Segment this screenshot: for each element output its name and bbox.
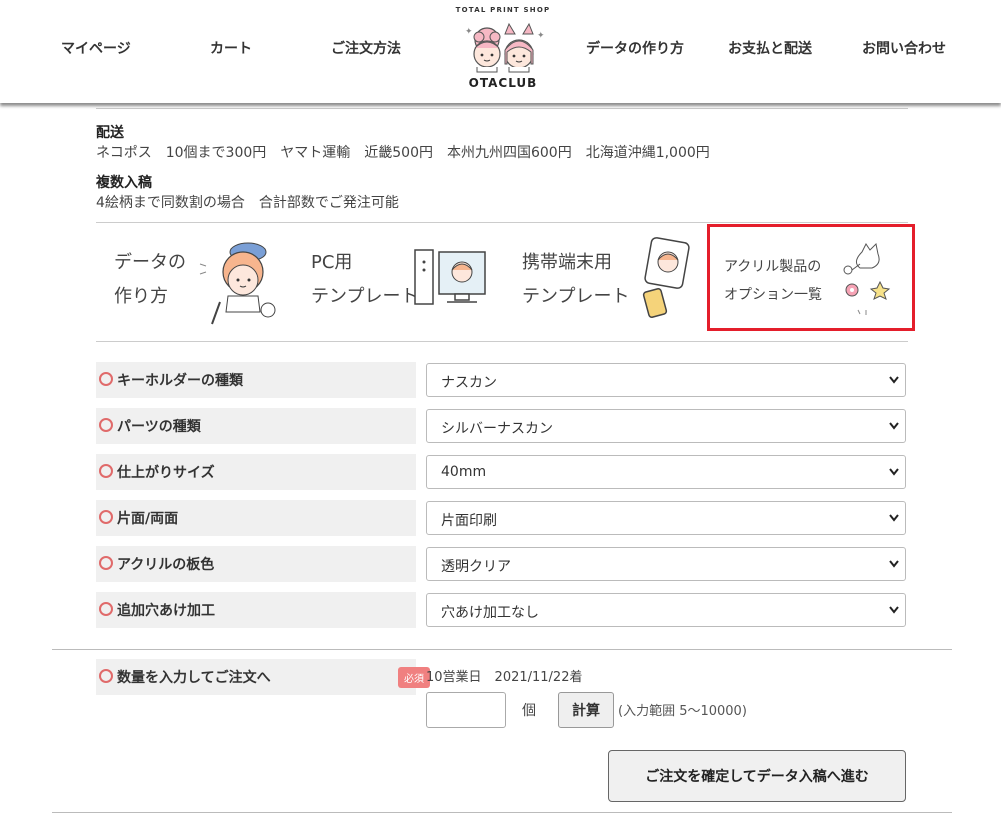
option-label: パーツの種類	[117, 419, 201, 435]
svg-text:✦: ✦	[465, 27, 473, 37]
quantity-label: 数量を入力してご注文へ	[117, 670, 271, 686]
banner-mobile-line2: テンプレート	[522, 286, 630, 307]
select-value: シルバーナスカン	[441, 421, 553, 437]
chevron-down-icon	[889, 376, 899, 384]
confirm-order-button[interactable]: ご注文を確定してデータ入稿へ進む	[608, 750, 906, 802]
option-row-print-sides: 片面/両面	[96, 500, 416, 536]
required-marker-icon	[99, 602, 113, 616]
quantity-range-note: (入力範囲 5～10000)	[618, 704, 747, 719]
divider	[96, 341, 908, 342]
highlight-frame	[707, 224, 915, 331]
site-header: マイページ カート ご注文方法 TOTAL PRINT SHOP ✦ ✦ OTA…	[0, 0, 1001, 103]
nav-howto-order[interactable]: ご注文方法	[331, 38, 401, 58]
svg-text:✦: ✦	[537, 31, 545, 41]
chevron-down-icon	[889, 514, 899, 522]
banner-pc-template[interactable]: PC用 テンプレート	[305, 226, 490, 330]
required-marker-icon	[99, 669, 113, 683]
select-value: 透明クリア	[441, 559, 511, 575]
divider	[96, 108, 908, 109]
banner-data-guide[interactable]: データの 作り方	[108, 226, 290, 330]
select-value: 40mm	[441, 464, 487, 480]
select-value: 片面印刷	[441, 513, 497, 529]
logo-name: OTACLUB	[468, 76, 538, 90]
pc-monitor-icon	[414, 249, 486, 305]
girl-drawing-icon	[199, 242, 276, 325]
shipping-title: 配送	[96, 125, 124, 141]
option-label: 片面/両面	[117, 511, 179, 527]
option-row-parts-type: パーツの種類	[96, 408, 416, 444]
select-print-sides[interactable]: 片面印刷	[426, 501, 906, 535]
nav-data-guide[interactable]: データの作り方	[586, 38, 684, 58]
chevron-down-icon	[889, 422, 899, 430]
multi-upload-text: 4絵柄まで同数割の場合 合計部数でご発注可能	[96, 195, 399, 211]
divider	[52, 812, 952, 813]
banner-data-guide-line1: データの	[114, 252, 186, 273]
divider	[52, 649, 952, 650]
nav-contact[interactable]: お問い合わせ	[862, 38, 946, 58]
quantity-input[interactable]	[426, 692, 506, 728]
select-parts-type[interactable]: シルバーナスカン	[426, 409, 906, 443]
option-row-finished-size: 仕上がりサイズ	[96, 454, 416, 490]
select-value: 穴あけ加工なし	[441, 605, 539, 621]
required-marker-icon	[99, 510, 113, 524]
option-row-acrylic-color: アクリルの板色	[96, 546, 416, 582]
banner-data-guide-line2: 作り方	[114, 286, 168, 307]
option-label: 仕上がりサイズ	[117, 465, 215, 481]
multi-upload-title: 複数入稿	[96, 175, 152, 191]
calculate-button[interactable]: 計算	[558, 692, 614, 728]
option-row-extra-hole: 追加穴あけ加工	[96, 592, 416, 628]
banner-pc-line2: テンプレート	[311, 286, 419, 307]
required-marker-icon	[99, 418, 113, 432]
banner-mobile-template[interactable]: 携帯端末用 テンプレート	[516, 226, 696, 330]
banner-mobile-line1: 携帯端末用	[522, 252, 612, 273]
divider	[96, 222, 908, 223]
chevron-down-icon	[889, 468, 899, 476]
required-marker-icon	[99, 372, 113, 386]
nav-mypage[interactable]: マイページ	[61, 38, 131, 58]
delivery-estimate: 10営業日 2021/11/22着	[426, 670, 583, 685]
option-label: アクリルの板色	[117, 557, 215, 573]
chevron-down-icon	[889, 560, 899, 568]
mobile-device-icon	[642, 237, 690, 318]
select-acrylic-color[interactable]: 透明クリア	[426, 547, 906, 581]
nav-payment-shipping[interactable]: お支払と配送	[728, 38, 812, 58]
option-row-quantity: 数量を入力してご注文へ 必須	[96, 659, 430, 695]
option-label: 追加穴あけ加工	[117, 603, 215, 619]
shipping-text: ネコポス 10個まで300円 ヤマト運輸 近畿500円 本州九州四国600円 北…	[96, 145, 710, 161]
required-marker-icon	[99, 464, 113, 478]
site-logo[interactable]: TOTAL PRINT SHOP ✦ ✦ OTACLUB	[447, 4, 559, 96]
quantity-unit: 個	[522, 703, 536, 719]
select-extra-hole[interactable]: 穴あけ加工なし	[426, 593, 906, 627]
chevron-down-icon	[889, 606, 899, 614]
option-row-keyholder-type: キーホルダーの種類	[96, 362, 416, 398]
select-value: ナスカン	[441, 375, 497, 391]
required-marker-icon	[99, 556, 113, 570]
banner-pc-line1: PC用	[311, 252, 353, 273]
select-finished-size[interactable]: 40mm	[426, 455, 906, 489]
option-label: キーホルダーの種類	[117, 373, 243, 389]
select-keyholder-type[interactable]: ナスカン	[426, 363, 906, 397]
nav-cart[interactable]: カート	[210, 38, 252, 58]
